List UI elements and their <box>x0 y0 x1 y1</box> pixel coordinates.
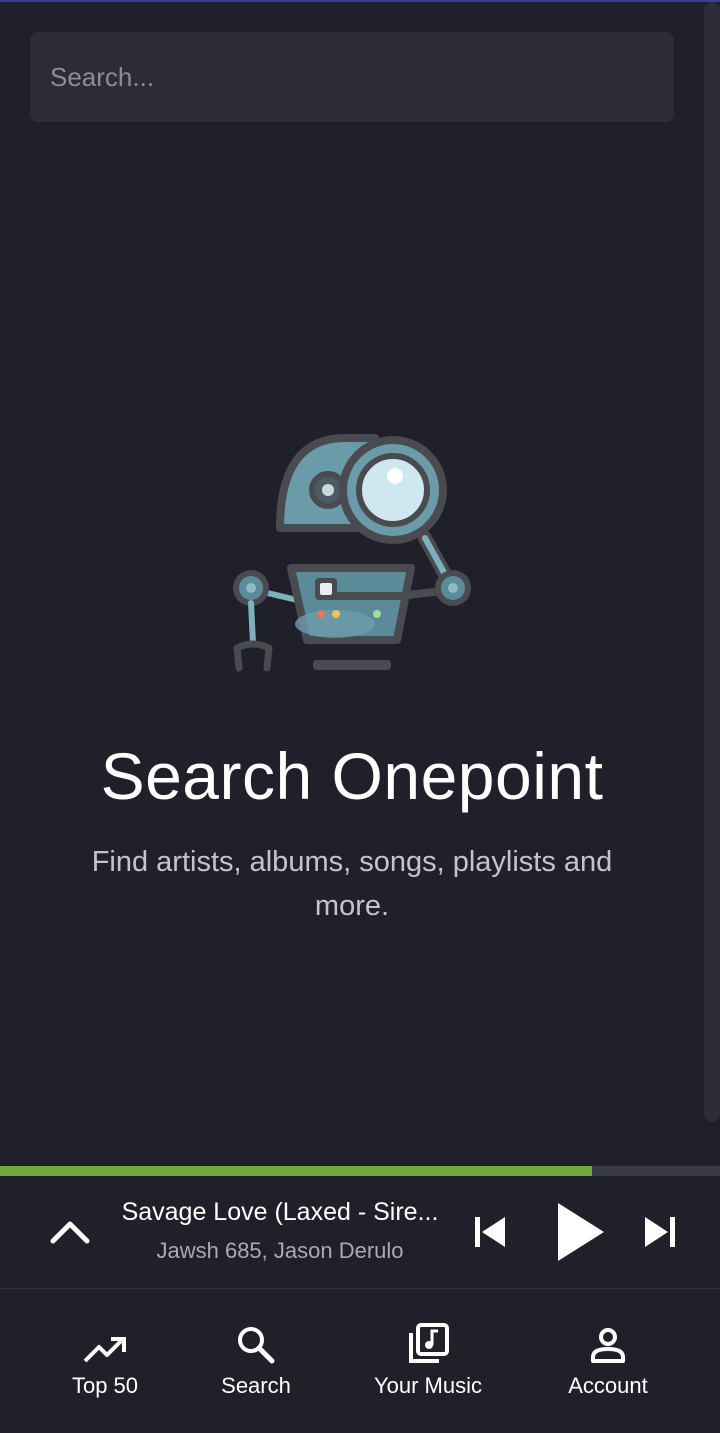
expand-player-button[interactable] <box>44 1206 96 1258</box>
nav-item-top-50[interactable]: Top 50 <box>60 1319 150 1399</box>
music-library-icon <box>409 1323 449 1363</box>
trending-up-icon <box>83 1337 126 1363</box>
app-root: Search Onepoint Find artists, albums, so… <box>0 0 720 1433</box>
robot-magnifier-icon <box>233 434 471 672</box>
page-title: Search Onepoint <box>100 739 604 813</box>
play-button[interactable] <box>548 1198 612 1266</box>
scrollbar[interactable] <box>704 2 720 1122</box>
page-subtitle: Find artists, albums, songs, playlists a… <box>91 846 613 922</box>
mini-player: Savage Love (Laxed - Sire... Jawsh 685, … <box>0 1176 720 1289</box>
top-accent-line <box>0 0 720 2</box>
track-artist: Jawsh 685, Jason Derulo <box>156 1238 404 1263</box>
search-icon <box>238 1327 275 1364</box>
skip-previous-icon <box>475 1217 505 1247</box>
account-icon <box>591 1328 625 1363</box>
skip-next-icon <box>645 1217 675 1247</box>
nav-item-search[interactable]: Search <box>211 1319 301 1399</box>
nav-label: Search <box>221 1373 291 1398</box>
previous-track-button[interactable] <box>466 1206 514 1258</box>
search-input[interactable] <box>30 32 674 122</box>
nav-label: Top 50 <box>71 1373 139 1398</box>
playback-progress[interactable] <box>0 1166 720 1176</box>
play-icon <box>558 1203 604 1261</box>
nav-item-your-music[interactable]: Your Music <box>368 1319 488 1399</box>
playback-progress-fill <box>0 1166 592 1176</box>
chevron-up-icon <box>50 1221 90 1244</box>
nav-label: Your Music <box>373 1373 482 1398</box>
nav-label: Account <box>568 1373 648 1398</box>
track-title[interactable]: Savage Love (Laxed - Sire... <box>100 1198 460 1227</box>
bottom-navigation: Top 50 Search Your Music Account <box>0 1289 720 1433</box>
next-track-button[interactable] <box>636 1206 684 1258</box>
nav-item-account[interactable]: Account <box>558 1319 658 1399</box>
